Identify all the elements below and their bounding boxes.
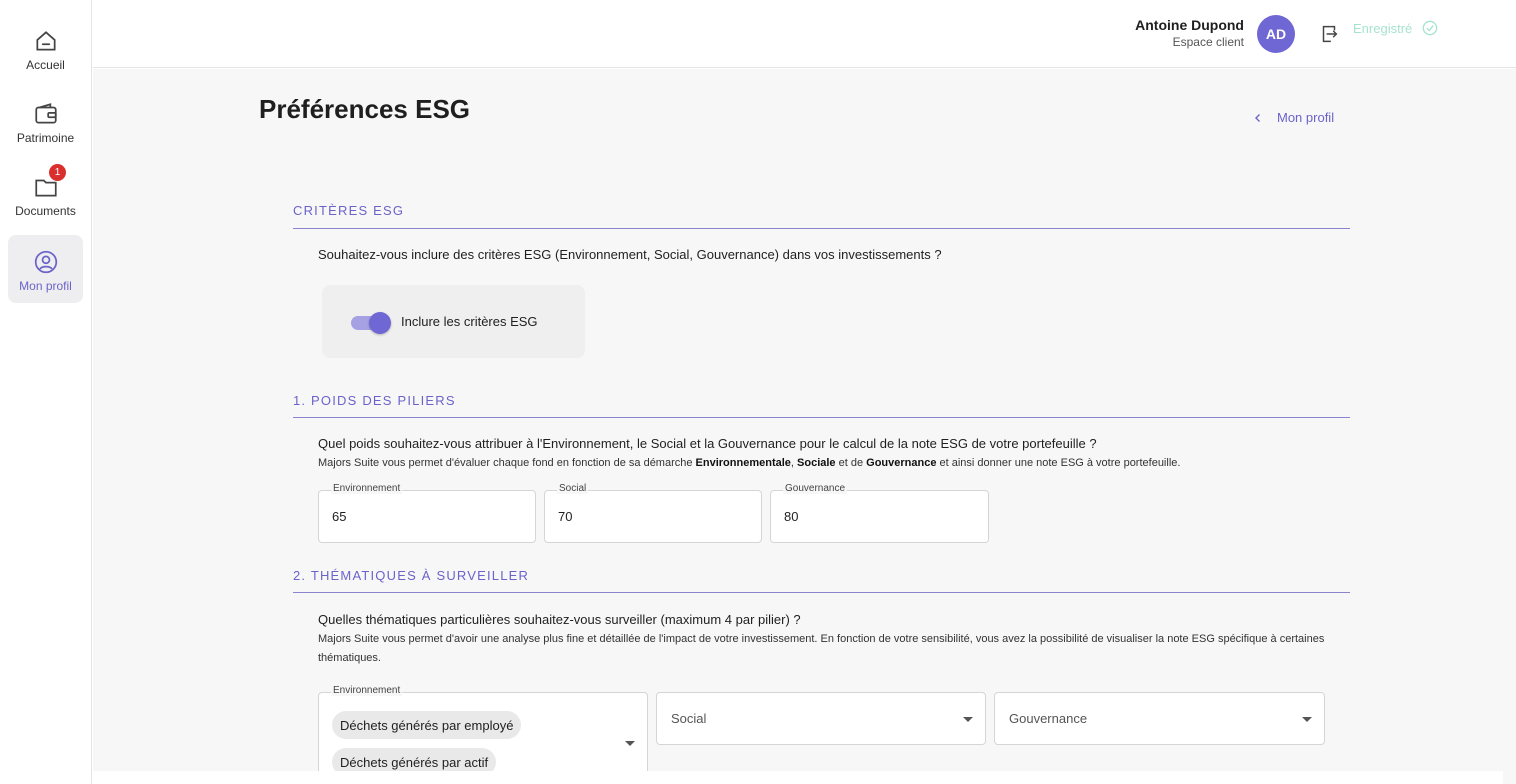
governance-weight-field[interactable]: Gouvernance 80: [770, 483, 989, 543]
avatar[interactable]: AD: [1257, 15, 1295, 53]
chevron-down-icon: [625, 741, 635, 746]
bottom-bar: [93, 771, 1503, 784]
criteria-question: Souhaitez-vous inclure des critères ESG …: [318, 247, 942, 262]
field-value: 70: [558, 509, 573, 524]
esg-toggle-label: Inclure les critères ESG: [401, 314, 538, 329]
back-link-mon-profil[interactable]: Mon profil: [1253, 110, 1334, 125]
theme-chip[interactable]: Déchets générés par employé: [332, 711, 522, 739]
save-status-label: Enregistré: [1353, 20, 1413, 36]
sidebar-item-accueil[interactable]: Accueil: [8, 14, 83, 82]
field-value: 65: [332, 509, 347, 524]
user-subtitle: Espace client: [1172, 35, 1244, 49]
section-divider: [293, 592, 1350, 593]
field-label: Social: [557, 483, 589, 494]
field-label: Gouvernance: [783, 483, 848, 494]
select-placeholder: Gouvernance: [1009, 711, 1088, 726]
sidebar-item-documents[interactable]: 1 Documents: [8, 160, 83, 228]
weights-question: Quel poids souhaitez-vous attribuer à l'…: [318, 436, 1097, 451]
user-info: Antoine Dupond Espace client: [1135, 17, 1244, 49]
logout-icon[interactable]: [1318, 23, 1340, 45]
chevron-down-icon: [963, 717, 973, 722]
field-label: Environnement: [331, 685, 403, 696]
save-status: Enregistré: [1353, 18, 1440, 38]
field-value: 80: [784, 509, 799, 524]
toggle-thumb: [369, 311, 391, 334]
back-link-label: Mon profil: [1277, 110, 1335, 125]
sidebar-item-label: Accueil: [26, 58, 65, 72]
chevron-left-icon: [1255, 113, 1260, 122]
section-title-criteres: CRITÈRES ESG: [293, 203, 405, 218]
environment-weight-field[interactable]: Environnement 65: [318, 483, 536, 543]
notification-badge: 1: [49, 164, 66, 181]
section-title-thematiques: 2. THÉMATIQUES À SURVEILLER: [293, 568, 530, 583]
cloud-check-icon: [1422, 20, 1438, 36]
sidebar-item-label: Mon profil: [19, 279, 72, 293]
sidebar-item-label: Patrimoine: [16, 131, 75, 145]
section-divider: [293, 417, 1350, 418]
sidebar: Accueil Patrimoine 1 Documents Mon profi…: [0, 0, 92, 784]
wallet-icon: [34, 103, 57, 124]
governance-themes-select[interactable]: Gouvernance: [994, 692, 1325, 745]
section-divider: [293, 228, 1350, 229]
sidebar-item-mon-profil[interactable]: Mon profil: [8, 235, 83, 303]
sidebar-item-patrimoine[interactable]: Patrimoine: [8, 87, 83, 155]
weights-helper: Majors Suite vous permet d'évaluer chaqu…: [318, 457, 1181, 469]
top-header: Antoine Dupond Espace client AD Enregist…: [93, 0, 1516, 68]
user-circle-icon: [34, 250, 57, 274]
esg-toggle-card: Inclure les critères ESG: [322, 285, 585, 358]
user-name: Antoine Dupond: [1135, 17, 1244, 33]
page-title: Préférences ESG: [259, 94, 471, 124]
home-icon: [35, 31, 56, 51]
select-placeholder: Social: [671, 711, 707, 726]
sidebar-item-label: Documents: [15, 204, 76, 218]
section-title-poids: 1. POIDS DES PILIERS: [293, 393, 456, 408]
chevron-down-icon: [1302, 717, 1312, 722]
field-label: Environnement: [331, 483, 403, 494]
social-themes-select[interactable]: Social: [656, 692, 986, 745]
main-content: Préférences ESG Mon profil CRITÈRES ESG …: [93, 69, 1516, 784]
social-weight-field[interactable]: Social 70: [544, 483, 762, 543]
themes-helper: Majors Suite vous permet d'avoir une ana…: [318, 633, 1325, 664]
esg-toggle-switch[interactable]: [351, 311, 391, 334]
themes-question: Quelles thématiques particulières souhai…: [318, 612, 801, 627]
